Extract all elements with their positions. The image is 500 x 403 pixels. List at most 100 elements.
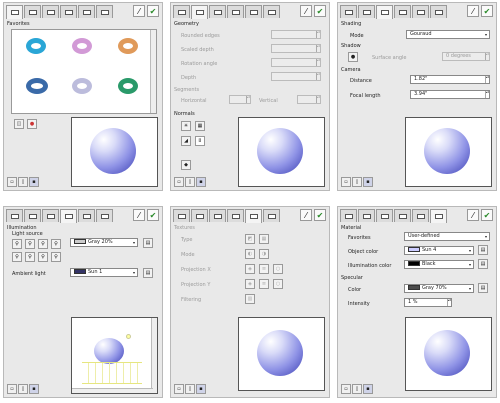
pipette-icon[interactable]: ⁄ xyxy=(133,209,145,221)
tab-geometry[interactable] xyxy=(358,209,375,222)
tab-shading[interactable] xyxy=(42,5,59,18)
tab-shading[interactable] xyxy=(376,5,393,19)
tab-material[interactable] xyxy=(96,5,113,18)
object-color-select[interactable]: Sun 4 ▾ xyxy=(404,246,474,255)
assign-check-icon[interactable]: ✔ xyxy=(314,209,326,221)
light-vertical-scrollbar[interactable] xyxy=(151,318,157,393)
preview-light-button[interactable]: ▯ xyxy=(18,384,28,394)
tab-favorites[interactable] xyxy=(173,209,190,222)
rounded-edges-field[interactable]: ▴▾ xyxy=(271,30,321,39)
preview-light-button[interactable]: ▯ xyxy=(185,177,195,187)
distance-field[interactable]: 1.82" ▴▾ xyxy=(410,75,490,84)
specular-color-select[interactable]: Gray 70% ▾ xyxy=(404,284,474,293)
tab-geometry[interactable] xyxy=(24,209,41,222)
tab-shading[interactable] xyxy=(376,209,393,222)
preview-sphere-button[interactable]: ▪ xyxy=(29,384,39,394)
tab-shading[interactable] xyxy=(42,209,59,222)
light-1-button[interactable]: ♀ xyxy=(12,239,22,249)
light-7-button[interactable]: ♀ xyxy=(38,252,48,262)
preview-light-button[interactable]: ▯ xyxy=(352,384,362,394)
tab-illumination[interactable] xyxy=(394,209,411,222)
mode-only-texture-button[interactable]: ◐ xyxy=(245,249,255,259)
illumination-color-select[interactable]: Black ▾ xyxy=(404,260,474,269)
preview-sphere-button[interactable]: ▪ xyxy=(29,177,39,187)
torus-orange-icon[interactable] xyxy=(118,38,138,54)
ambient-color-select[interactable]: Sun 1 ▾ xyxy=(70,268,138,277)
preview-cube-button[interactable]: ▫ xyxy=(341,384,351,394)
normals-object-button[interactable]: ✳ xyxy=(181,121,191,131)
convert-3d-button[interactable]: ◫ xyxy=(14,119,24,129)
preview-light-button[interactable]: ▯ xyxy=(18,177,28,187)
preview-sphere-button[interactable]: ▪ xyxy=(196,384,206,394)
proj-y-object-button[interactable]: ◈ xyxy=(245,279,255,289)
tab-favorites[interactable] xyxy=(6,5,23,19)
vertical-field[interactable]: ▴▾ xyxy=(297,95,321,104)
pipette-icon[interactable]: ⁄ xyxy=(300,5,312,17)
light-preview-box[interactable] xyxy=(71,317,158,394)
pipette-icon[interactable]: ⁄ xyxy=(300,209,312,221)
rotation-angle-field[interactable]: ▴▾ xyxy=(271,58,321,67)
preview-cube-button[interactable]: ▫ xyxy=(174,384,184,394)
tab-favorites[interactable] xyxy=(340,5,357,18)
light-4-button[interactable]: ♀ xyxy=(51,239,61,249)
assign-check-icon[interactable]: ✔ xyxy=(481,209,493,221)
horizontal-field[interactable]: ▴▾ xyxy=(229,95,251,104)
preview-cube-button[interactable]: ▫ xyxy=(7,384,17,394)
pipette-icon[interactable]: ⁄ xyxy=(467,5,479,17)
tab-illumination[interactable] xyxy=(60,209,77,223)
tab-textures[interactable] xyxy=(412,5,429,18)
tab-geometry[interactable] xyxy=(191,5,208,19)
torus-blue-icon[interactable] xyxy=(26,38,46,54)
double-sided-button[interactable]: ◆ xyxy=(181,160,191,170)
light-5-button[interactable]: ♀ xyxy=(12,252,22,262)
object-color-dialog-button[interactable]: ▤ xyxy=(478,245,488,255)
torus-white-icon[interactable] xyxy=(72,78,92,94)
favorites-select[interactable]: User-defined ▾ xyxy=(404,232,490,241)
light-color-dialog-button[interactable]: ▤ xyxy=(143,238,153,248)
mode-select[interactable]: Gouraud ▾ xyxy=(406,30,490,39)
tab-textures[interactable] xyxy=(78,5,95,18)
assign-check-icon[interactable]: ✔ xyxy=(314,5,326,17)
tab-textures[interactable] xyxy=(412,209,429,222)
focal-length-field[interactable]: 3.94" ▴▾ xyxy=(410,90,490,99)
ambient-color-dialog-button[interactable]: ▤ xyxy=(143,268,153,278)
preview-light-button[interactable]: ▯ xyxy=(185,384,195,394)
favorites-gallery[interactable] xyxy=(11,29,157,114)
tab-textures[interactable] xyxy=(78,209,95,222)
torus-rainbow-icon[interactable] xyxy=(72,38,92,54)
intensity-field[interactable]: 1 % ▴▾ xyxy=(404,298,452,307)
normals-spherical-button[interactable]: ◢ xyxy=(181,136,191,146)
tab-textures[interactable] xyxy=(245,5,262,18)
assign-check-icon[interactable]: ✔ xyxy=(147,5,159,17)
light-3-button[interactable]: ♀ xyxy=(38,239,48,249)
light-source-handle-icon[interactable] xyxy=(126,334,131,339)
shadow-toggle-button[interactable]: ● xyxy=(348,52,358,62)
proj-y-parallel-button[interactable]: ≡ xyxy=(259,279,269,289)
tab-geometry[interactable] xyxy=(24,5,41,18)
proj-x-parallel-button[interactable]: ≡ xyxy=(259,264,269,274)
normals-flat-button[interactable]: ▦ xyxy=(195,121,205,131)
filtering-button[interactable]: ▥ xyxy=(245,294,255,304)
tab-favorites[interactable] xyxy=(340,209,357,222)
tab-geometry[interactable] xyxy=(191,209,208,222)
proj-x-circular-button[interactable]: ○ xyxy=(273,264,283,274)
tab-illumination[interactable] xyxy=(60,5,77,18)
tab-shading[interactable] xyxy=(209,209,226,222)
illumination-color-dialog-button[interactable]: ▤ xyxy=(478,259,488,269)
tab-textures[interactable] xyxy=(245,209,262,223)
surface-angle-field[interactable]: 0 degrees ▴▾ xyxy=(442,52,490,61)
pipette-icon[interactable]: ⁄ xyxy=(467,209,479,221)
light-8-button[interactable]: ♀ xyxy=(51,252,61,262)
preview-cube-button[interactable]: ▫ xyxy=(341,177,351,187)
type-color-button[interactable]: ▦ xyxy=(259,234,269,244)
light-6-button[interactable]: ♀ xyxy=(25,252,35,262)
tab-favorites[interactable] xyxy=(173,5,190,18)
pipette-icon[interactable]: ⁄ xyxy=(133,5,145,17)
preview-sphere-button[interactable]: ▪ xyxy=(363,177,373,187)
light-2-button[interactable]: ♀ xyxy=(25,239,35,249)
tab-material[interactable] xyxy=(263,209,280,222)
preview-sphere-button[interactable]: ▪ xyxy=(196,177,206,187)
torus-dark-icon[interactable] xyxy=(26,78,48,94)
proj-y-circular-button[interactable]: ○ xyxy=(273,279,283,289)
tab-material[interactable] xyxy=(96,209,113,222)
